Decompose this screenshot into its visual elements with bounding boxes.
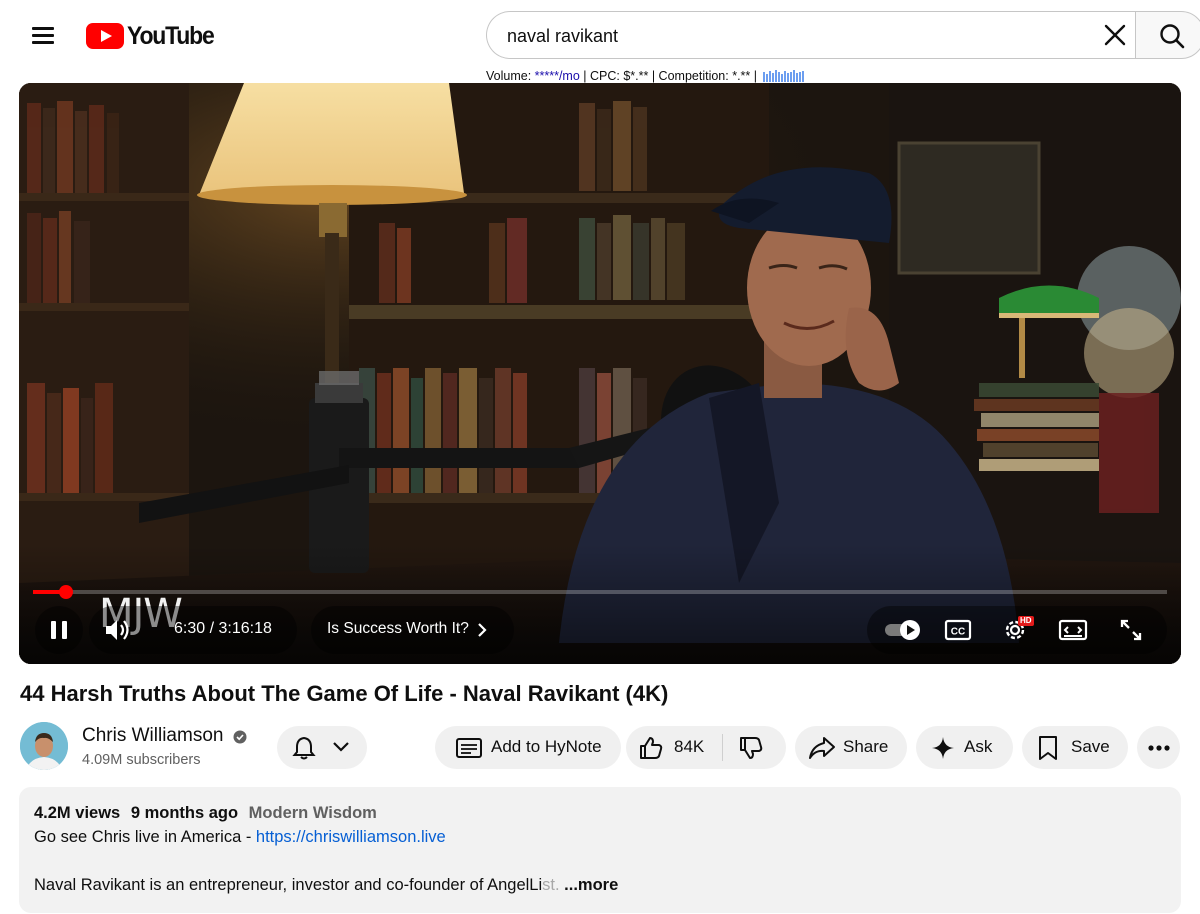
subscriber-count: 4.09M subscribers	[82, 752, 201, 768]
keyword-volume-label: Volume:	[486, 69, 535, 83]
ask-label: Ask	[964, 737, 993, 756]
captions-icon: CC	[944, 619, 972, 641]
keyword-volume-value[interactable]: *****/mo	[535, 69, 580, 83]
ask-button[interactable]: Ask	[916, 726, 1013, 769]
thumbs-up-icon	[640, 737, 663, 759]
time-display-pill: 6:30 / 3:16:18	[89, 606, 297, 654]
save-label: Save	[1071, 737, 1110, 756]
bell-icon	[292, 736, 316, 760]
more-actions-button[interactable]	[1137, 726, 1180, 769]
bookmark-icon	[1039, 736, 1057, 760]
right-controls: CC HD	[867, 606, 1167, 654]
hd-badge: HD	[1018, 616, 1034, 626]
channel-avatar[interactable]	[20, 722, 68, 770]
autoplay-toggle[interactable]	[879, 606, 927, 654]
share-label: Share	[843, 737, 889, 756]
search-button[interactable]	[1135, 11, 1200, 59]
progress-bar[interactable]	[33, 585, 1167, 599]
verified-icon	[233, 730, 247, 744]
svg-text:CC: CC	[951, 627, 965, 638]
video-title: 44 Harsh Truths About The Game Of Life -…	[20, 681, 669, 706]
like-dislike-group: 84K	[626, 726, 786, 769]
save-button[interactable]: Save	[1022, 726, 1128, 769]
share-button[interactable]: Share	[795, 726, 907, 769]
menu-button[interactable]	[28, 20, 60, 52]
description-fade-text: st.	[542, 876, 560, 894]
theater-mode-button[interactable]	[1049, 606, 1097, 654]
fullscreen-icon	[1120, 619, 1142, 641]
description-text: Naval Ravikant is an entrepreneur, inves…	[34, 876, 543, 894]
fullscreen-button[interactable]	[1107, 606, 1155, 654]
view-count: 4.2M views	[34, 804, 121, 822]
like-button[interactable]: 84K	[626, 726, 722, 769]
clear-search-button[interactable]	[1100, 20, 1130, 50]
thumbs-down-icon	[740, 737, 763, 759]
like-count: 84K	[674, 737, 705, 756]
youtube-logo-icon	[86, 23, 124, 49]
subscription-bell-button[interactable]	[277, 726, 367, 769]
hashtag-link[interactable]: Modern Wisdom	[249, 804, 377, 822]
description-line: Go see Chris live in America - https://c…	[34, 828, 446, 847]
description-link[interactable]: https://chriswilliamson.live	[256, 828, 446, 846]
video-meta: 4.2M views 9 months ago Modern Wisdom	[34, 804, 377, 823]
description-text: Go see Chris live in America -	[34, 828, 256, 846]
keyword-stats-bar: Volume: *****/mo | CPC: $*.** | Competit…	[486, 69, 805, 83]
search-input[interactable]	[507, 23, 1067, 49]
chapter-button[interactable]: Is Success Worth It?	[311, 606, 514, 654]
theater-icon	[1058, 619, 1088, 641]
captions-button[interactable]: CC	[934, 606, 982, 654]
autoplay-toggle-icon	[885, 620, 920, 640]
chapter-title: Is Success Worth It?	[327, 620, 469, 637]
description-line: Naval Ravikant is an entrepreneur, inves…	[34, 876, 618, 895]
chevron-right-icon	[478, 623, 487, 637]
clear-icon	[1104, 24, 1126, 46]
pause-button[interactable]	[35, 606, 83, 654]
logo-text: YouTube	[127, 21, 215, 50]
youtube-logo[interactable]: YouTube	[86, 22, 221, 50]
pause-icon	[51, 621, 56, 639]
channel-name[interactable]: Chris Williamson	[82, 725, 223, 747]
trend-bars-icon	[763, 70, 805, 82]
progress-scrubber[interactable]	[58, 585, 73, 599]
hynote-icon	[456, 738, 482, 758]
settings-button[interactable]: HD	[991, 606, 1039, 654]
top-bar: YouTube Volume: *****/mo | CPC: $*.** | …	[0, 0, 1200, 83]
time-display: 6:30 / 3:16:18	[174, 620, 272, 637]
show-more-link[interactable]: ...more	[564, 876, 618, 894]
chevron-down-icon	[333, 742, 349, 752]
share-icon	[809, 737, 835, 759]
volume-icon[interactable]	[103, 617, 131, 643]
upload-age: 9 months ago	[130, 804, 239, 822]
keyword-cpc: | CPC: $*.** | Competition: *.** |	[579, 69, 761, 83]
video-player[interactable]: MJW 6:30 / 3:16:18 Is Success Worth It?	[19, 83, 1181, 664]
menu-icon	[32, 27, 54, 30]
more-horizontal-icon	[1148, 745, 1170, 751]
dislike-button[interactable]	[723, 726, 786, 769]
hynote-label: Add to HyNote	[491, 737, 602, 756]
add-to-hynote-button[interactable]: Add to HyNote	[435, 726, 621, 769]
sparkle-icon	[932, 737, 954, 759]
search-box	[486, 11, 1136, 59]
search-icon	[1160, 24, 1185, 49]
description-box[interactable]: 4.2M views 9 months ago Modern Wisdom Go…	[19, 787, 1181, 913]
